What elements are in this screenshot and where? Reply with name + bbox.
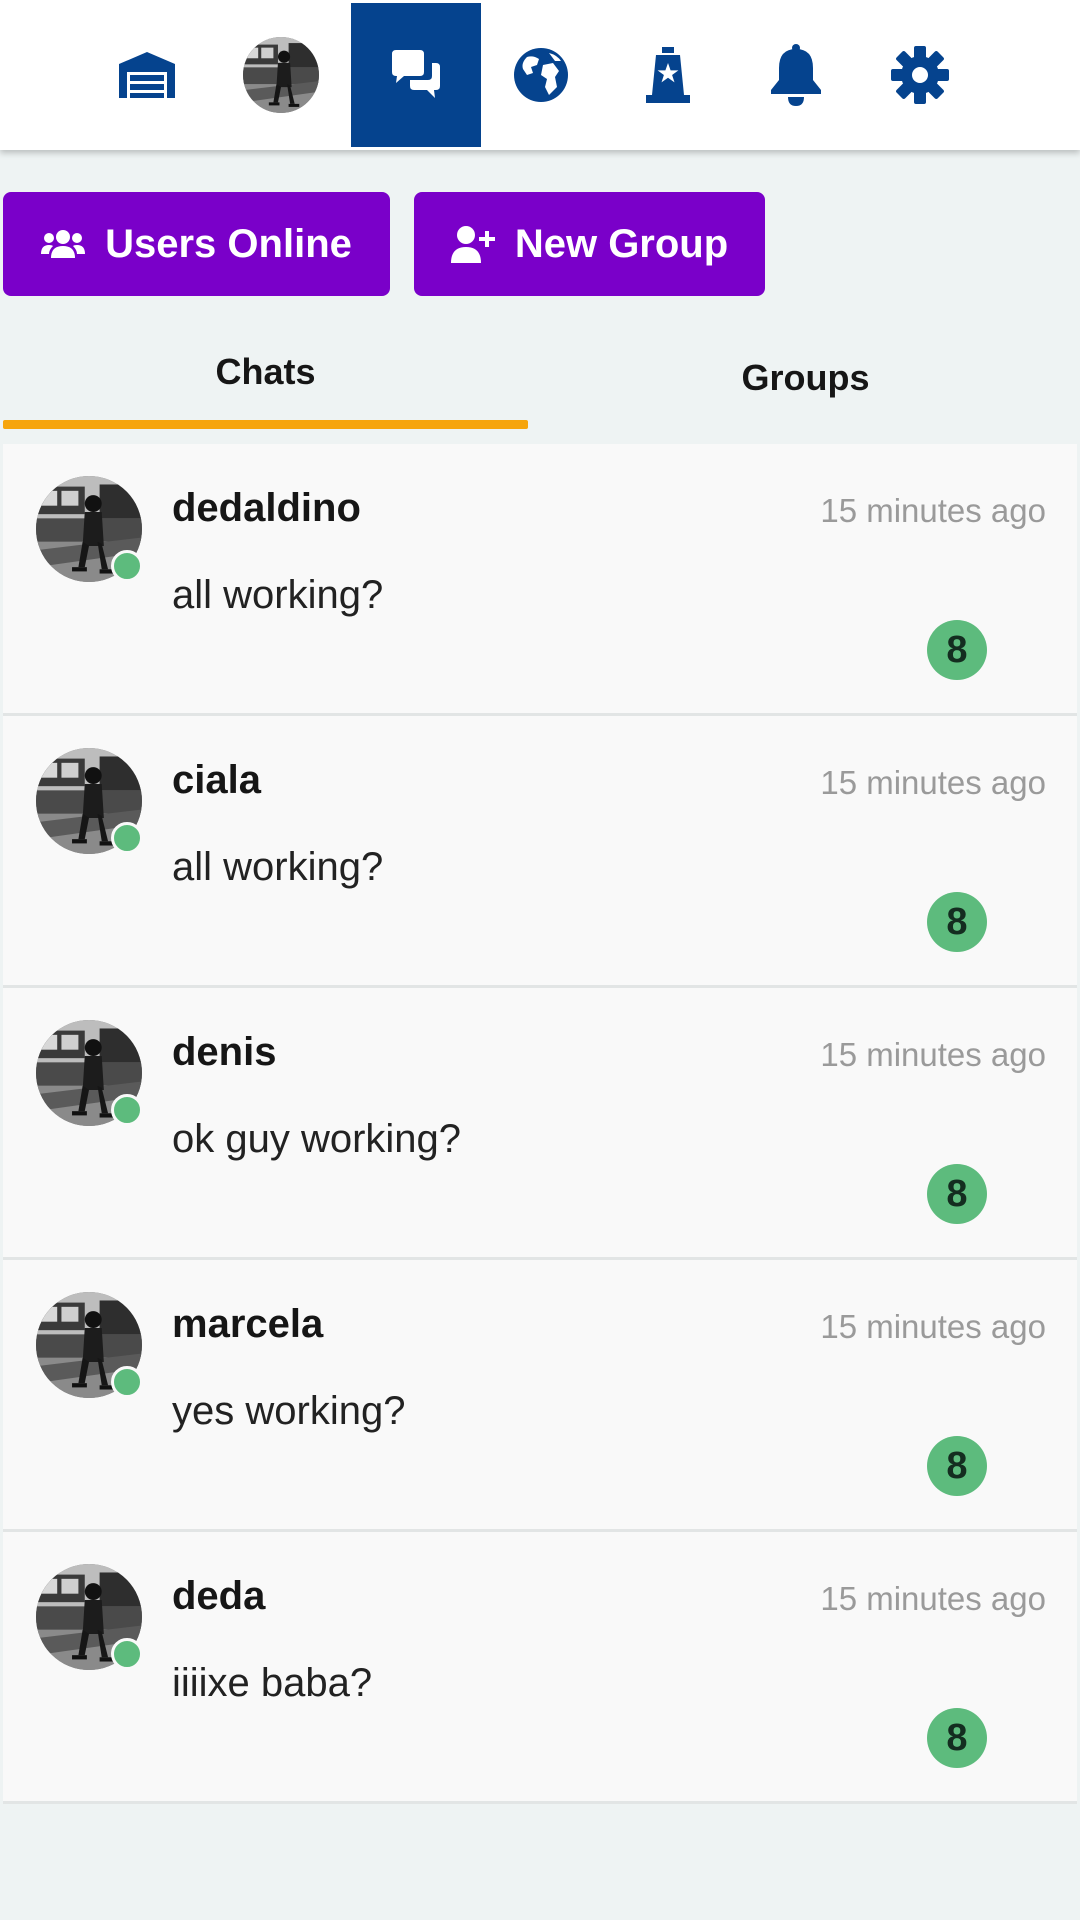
chat-list-item[interactable]: deda 15 minutes ago iiiixe baba? 8 (3, 1532, 1077, 1804)
chat-list: dedaldino 15 minutes ago all working? 8 … (3, 444, 1077, 1804)
new-group-button[interactable]: New Group (414, 192, 765, 296)
chat-last-message: yes working? (172, 1389, 406, 1433)
nav-item-notifications[interactable] (731, 3, 861, 147)
unread-count-badge: 8 (927, 1164, 987, 1224)
user-plus-icon (450, 226, 495, 263)
chat-timestamp: 15 minutes ago (820, 1036, 1046, 1073)
chat-contact-name: deda (172, 1574, 266, 1618)
tab-chats-label: Chats (215, 351, 316, 392)
chat-last-message: all working? (172, 845, 384, 889)
chat-contact-name: denis (172, 1030, 277, 1074)
online-status-indicator (111, 550, 143, 582)
nav-item-chats[interactable] (351, 3, 481, 147)
active-tab-indicator (3, 420, 528, 429)
chat-timestamp: 15 minutes ago (820, 1308, 1046, 1345)
nav-item-profile[interactable] (216, 3, 346, 147)
chat-contact-name: dedaldino (172, 486, 361, 530)
chat-last-message: all working? (172, 573, 384, 617)
users-online-button[interactable]: Users Online (3, 192, 390, 296)
nav-item-police[interactable] (603, 3, 733, 147)
gear-icon (891, 46, 949, 104)
chat-contact-name: marcela (172, 1302, 324, 1346)
online-status-indicator (111, 1638, 143, 1670)
chat-timestamp: 15 minutes ago (820, 492, 1046, 529)
nav-item-globe[interactable] (476, 3, 606, 147)
tab-groups-label: Groups (741, 357, 870, 398)
nav-item-settings[interactable] (855, 3, 985, 147)
unread-count-badge: 8 (927, 1436, 987, 1496)
unread-count-badge: 8 (927, 620, 987, 680)
unread-count-badge: 8 (927, 892, 987, 952)
chat-list-item[interactable]: denis 15 minutes ago ok guy working? 8 (3, 988, 1077, 1260)
bell-icon (771, 44, 821, 106)
police-badge-icon (646, 47, 690, 103)
chat-list-item[interactable]: ciala 15 minutes ago all working? 8 (3, 716, 1077, 988)
nav-item-warehouse[interactable] (82, 3, 212, 147)
chat-list-item[interactable]: dedaldino 15 minutes ago all working? 8 (3, 444, 1077, 716)
chat-timestamp: 15 minutes ago (820, 764, 1046, 801)
unread-count-badge: 8 (927, 1708, 987, 1768)
top-navigation (0, 0, 1080, 150)
chat-bubbles-icon (392, 50, 440, 98)
users-icon (41, 230, 86, 258)
online-status-indicator (111, 1094, 143, 1126)
online-status-indicator (111, 1366, 143, 1398)
users-online-label: Users Online (105, 221, 352, 266)
tab-groups[interactable]: Groups (543, 314, 1068, 442)
chat-last-message: iiiixe baba? (172, 1661, 373, 1705)
profile-avatar (243, 37, 319, 113)
warehouse-icon (119, 52, 175, 98)
globe-icon (514, 48, 568, 102)
new-group-label: New Group (514, 221, 729, 266)
chat-contact-name: ciala (172, 758, 261, 802)
chat-tabs: Chats Groups (3, 308, 1077, 444)
online-status-indicator (111, 822, 143, 854)
chat-timestamp: 15 minutes ago (820, 1580, 1046, 1617)
chat-last-message: ok guy working? (172, 1117, 462, 1161)
tab-chats[interactable]: Chats (3, 308, 528, 436)
chat-list-item[interactable]: marcela 15 minutes ago yes working? 8 (3, 1260, 1077, 1532)
